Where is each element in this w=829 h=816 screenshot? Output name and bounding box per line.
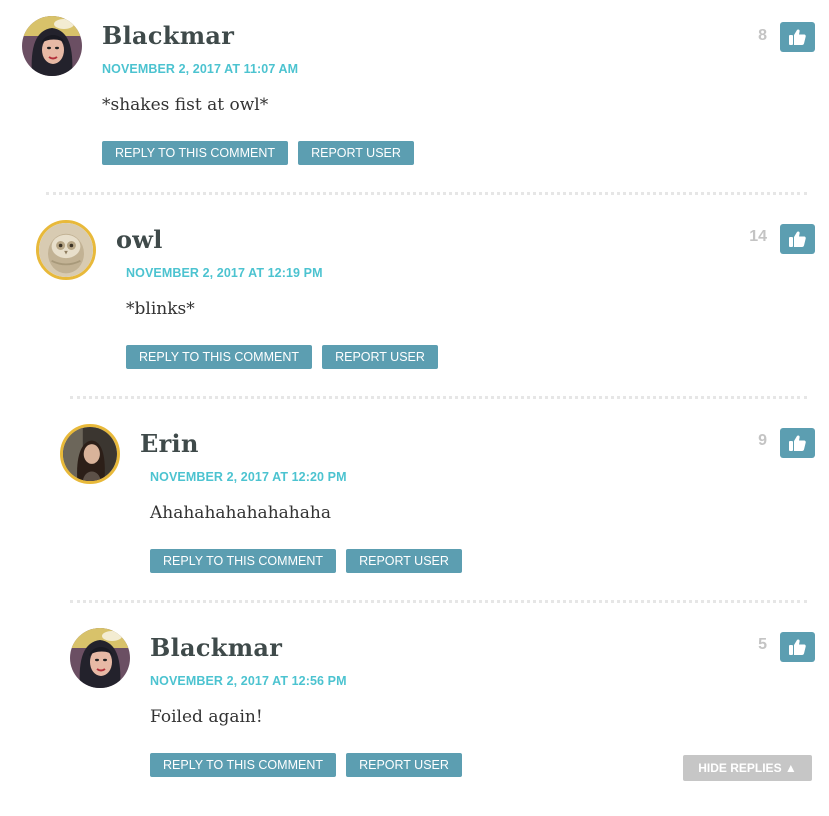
woman-photo-avatar (63, 427, 117, 481)
reply-button[interactable]: REPLY TO THIS COMMENT (150, 753, 336, 777)
comment-text: *shakes fist at owl* (102, 95, 269, 115)
vote-count: 5 (758, 636, 767, 653)
like-button[interactable] (780, 428, 815, 458)
owl-avatar (39, 223, 93, 277)
report-user-button[interactable]: REPORT USER (346, 753, 462, 777)
comment-item: Blackmar NOVEMBER 2, 2017 AT 11:07 AM *s… (0, 0, 829, 204)
comment-text: *blinks* (126, 299, 195, 319)
comment-divider (46, 192, 807, 195)
thumbs-up-icon (789, 29, 806, 45)
comment-text: Foiled again! (150, 707, 263, 727)
report-user-button[interactable]: REPORT USER (322, 345, 438, 369)
comment-author[interactable]: Erin (140, 429, 199, 458)
comic-woman-avatar (70, 628, 130, 688)
thumbs-up-icon (789, 435, 806, 451)
like-button[interactable] (780, 632, 815, 662)
comment-divider (70, 600, 807, 603)
thumbs-up-icon (789, 231, 806, 247)
comment-author[interactable]: Blackmar (150, 633, 282, 662)
avatar[interactable] (70, 628, 130, 688)
comment-date[interactable]: NOVEMBER 2, 2017 AT 11:07 AM (102, 62, 298, 76)
like-button[interactable] (780, 224, 815, 254)
reply-button[interactable]: REPLY TO THIS COMMENT (150, 549, 336, 573)
vote-count: 9 (758, 432, 767, 449)
report-user-button[interactable]: REPORT USER (298, 141, 414, 165)
avatar[interactable] (60, 424, 120, 484)
comment-date[interactable]: NOVEMBER 2, 2017 AT 12:56 PM (150, 674, 347, 688)
like-button[interactable] (780, 22, 815, 52)
comment-date[interactable]: NOVEMBER 2, 2017 AT 12:19 PM (126, 266, 323, 280)
avatar[interactable] (36, 220, 96, 280)
hide-replies-button[interactable]: HIDE REPLIES ▲ (683, 755, 812, 781)
report-user-button[interactable]: REPORT USER (346, 549, 462, 573)
reply-button[interactable]: REPLY TO THIS COMMENT (102, 141, 288, 165)
comment-divider (70, 396, 807, 399)
vote-count: 14 (749, 228, 767, 245)
vote-count: 8 (758, 27, 767, 44)
comment-text: Ahahahahahahahaha (150, 503, 331, 523)
comment-item: Erin NOVEMBER 2, 2017 AT 12:20 PM Ahahah… (0, 408, 829, 612)
comment-item: Blackmar NOVEMBER 2, 2017 AT 12:56 PM Fo… (0, 612, 829, 816)
comment-date[interactable]: NOVEMBER 2, 2017 AT 12:20 PM (150, 470, 347, 484)
comment-author[interactable]: owl (116, 225, 163, 254)
comic-woman-avatar (22, 16, 82, 76)
comment-item: owl NOVEMBER 2, 2017 AT 12:19 PM *blinks… (0, 204, 829, 408)
thumbs-up-icon (789, 639, 806, 655)
avatar[interactable] (22, 16, 82, 76)
reply-button[interactable]: REPLY TO THIS COMMENT (126, 345, 312, 369)
comment-author[interactable]: Blackmar (102, 21, 234, 50)
